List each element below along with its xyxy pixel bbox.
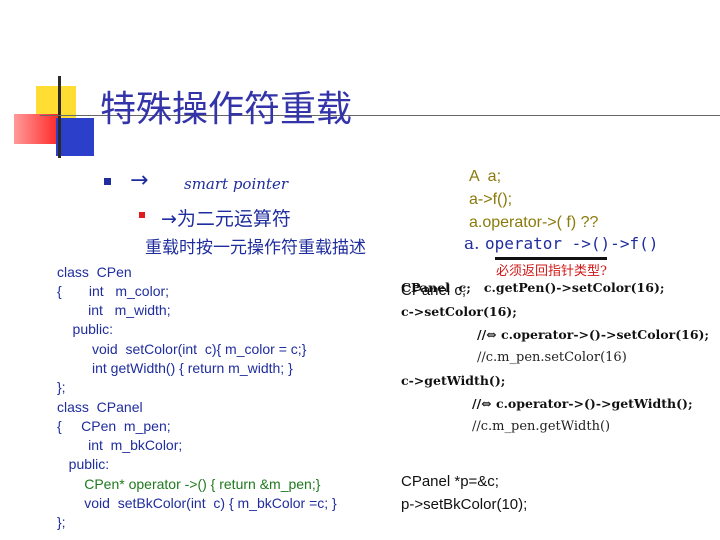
code-line: { CPen m_pen; bbox=[57, 418, 171, 434]
code-line: void setBkColor(int c) { m_bkColor =c; } bbox=[57, 495, 337, 511]
right-line-4: //c.m_pen.setColor(16) bbox=[477, 350, 627, 365]
logo-blue-square bbox=[56, 118, 94, 156]
code-line: void setColor(int c){ m_color = c;} bbox=[57, 341, 307, 357]
right-line-9: p->setBkColor(10); bbox=[401, 496, 528, 513]
logo-red-bar bbox=[14, 114, 58, 144]
return-pointer-note: 必须返回指针类型? bbox=[496, 264, 607, 279]
operator-code: operator ->()->f() bbox=[484, 234, 659, 253]
example-line-1: A a; bbox=[469, 168, 502, 185]
code-line: public: bbox=[57, 321, 114, 337]
operator-expression: a. operator ->()->f() bbox=[464, 234, 658, 254]
code-line-operator: CPen* operator ->() { return &m_pen;} bbox=[57, 476, 321, 492]
right-line-6: //⇔ c.operator->()->getWidth(); bbox=[472, 396, 693, 411]
sub-bullet-text: →为二元运算符 bbox=[161, 208, 291, 230]
arrow-right-icon: → bbox=[130, 168, 149, 193]
example-line-2: a->f(); bbox=[469, 191, 513, 208]
code-line: int m_width; bbox=[57, 302, 171, 318]
right-line-1: CPanel c; c.getPen()->setColor(16); bbox=[401, 280, 665, 295]
code-line: int m_bkColor; bbox=[57, 437, 183, 453]
bullet-square-icon bbox=[104, 178, 111, 185]
right-line-2: c->setColor(16); bbox=[401, 304, 517, 319]
operator-prefix: a. bbox=[464, 234, 485, 254]
right-line-5: c->getWidth(); bbox=[401, 373, 506, 388]
code-line: int getWidth() { return m_width; } bbox=[57, 360, 293, 376]
code-line: class CPanel bbox=[57, 399, 143, 415]
code-line: { int m_color; bbox=[57, 283, 170, 299]
sub-bullet-square-icon bbox=[139, 212, 145, 218]
right-line-8: CPanel *p=&c; bbox=[401, 473, 499, 490]
code-line: }; bbox=[57, 514, 66, 530]
logo-vertical-line bbox=[58, 76, 61, 158]
right-line-3: //⇔ c.operator->()->setColor(16); bbox=[477, 327, 710, 342]
right-line-7: //c.m_pen.getWidth() bbox=[472, 419, 611, 434]
example-line-3: a.operator->( f) ?? bbox=[469, 214, 599, 231]
bullet-smart-pointer: smart pointer bbox=[184, 175, 288, 193]
sub-bullet-continuation: 重载时按一元操作符重载描述 bbox=[145, 238, 366, 258]
slide-title: 特殊操作符重载 bbox=[100, 89, 353, 130]
code-line: class CPen bbox=[57, 264, 132, 280]
code-line: }; bbox=[57, 379, 66, 395]
code-line: public: bbox=[57, 456, 110, 472]
